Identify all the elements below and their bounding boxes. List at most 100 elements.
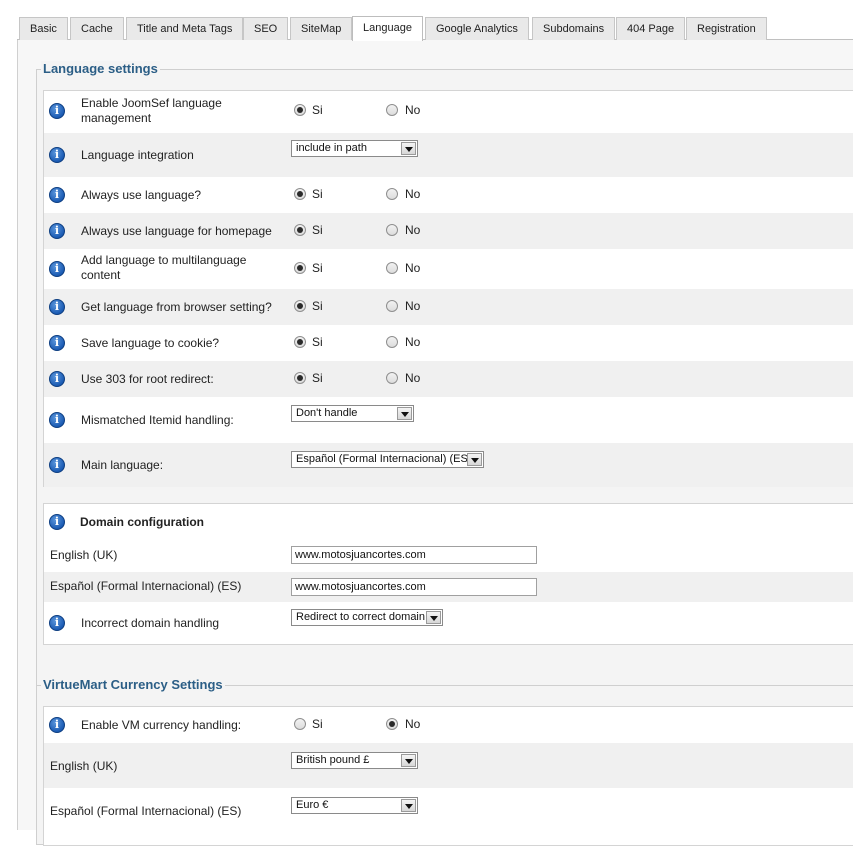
domain-english-input[interactable]: www.motosjuancortes.com [291,546,537,564]
tab-seo[interactable]: SEO [243,17,289,40]
setting-label: Always use language for homepage [81,224,272,238]
info-icon[interactable]: i [49,615,65,631]
info-icon[interactable]: i [49,299,65,315]
setting-row-multilanguage-content: i Add language to multilanguage content … [44,249,853,289]
info-icon[interactable]: i [49,261,65,277]
radio-si-label: Si [312,223,323,237]
itemid-handling-select[interactable]: Don't handle [291,405,414,422]
setting-row-homepage-language: i Always use language for homepage Si No [44,213,853,249]
domain-row-spanish: Español (Formal Internacional) (ES) www.… [44,572,853,602]
tab-bar: Basic Cache Title and Meta Tags SEO Site… [0,0,853,41]
radio-si[interactable] [294,188,306,200]
tab-sitemap[interactable]: SiteMap [290,17,353,40]
radio-no[interactable] [386,336,398,348]
domain-spanish-input[interactable]: www.motosjuancortes.com [291,578,537,596]
tab-cache[interactable]: Cache [70,17,124,40]
currency-spanish-select[interactable]: Euro € [291,797,418,814]
language-integration-select[interactable]: include in path [291,140,418,157]
chevron-down-icon [401,799,416,812]
info-icon[interactable]: i [49,717,65,733]
radio-no[interactable] [386,262,398,274]
currency-english-select[interactable]: British pound £ [291,752,418,769]
info-icon[interactable]: i [49,147,65,163]
main-language-select[interactable]: Español (Formal Internacional) (ES) [291,451,484,468]
info-icon[interactable]: i [49,335,65,351]
tab-content-panel: Language settings i Enable JoomSef langu… [17,40,853,846]
radio-si-label: Si [312,187,323,201]
setting-label: Language integration [81,148,194,162]
select-value: include in path [296,142,367,154]
radio-no[interactable] [386,104,398,116]
radio-no[interactable] [386,188,398,200]
radio-no-label: No [405,717,421,731]
info-icon[interactable]: i [49,371,65,387]
tab-title-meta[interactable]: Title and Meta Tags [126,17,244,40]
radio-si[interactable] [294,224,306,236]
radio-no-label: No [405,299,421,313]
setting-label: Enable VM currency handling: [81,718,242,732]
setting-row-main-language: i Main language: Español (Formal Interna… [44,443,853,487]
radio-no-label: No [405,261,421,275]
radio-si-label: Si [312,717,323,731]
info-icon[interactable]: i [49,514,65,530]
select-value: Español (Formal Internacional) (ES) [296,453,472,465]
info-icon[interactable]: i [49,223,65,239]
currency-row-spanish: Español (Formal Internacional) (ES) Euro… [44,788,853,838]
radio-si[interactable] [294,262,306,274]
setting-label: Add language to multilanguage content [81,253,247,282]
info-icon[interactable]: i [49,187,65,203]
setting-label: Get language from browser setting? [81,300,272,314]
radio-si-label: Si [312,299,323,313]
domain-config-title: Domain configuration [80,515,204,529]
setting-row-enable-language: i Enable JoomSef language management Si … [44,91,853,133]
incorrect-domain-select[interactable]: Redirect to correct domain [291,609,443,626]
tab-subdomains[interactable]: Subdomains [532,17,616,40]
setting-label: Save language to cookie? [81,336,220,350]
chevron-down-icon [401,754,416,767]
info-icon[interactable]: i [49,457,65,473]
currency-settings-legend: VirtueMart Currency Settings [41,677,225,692]
tab-basic[interactable]: Basic [19,17,68,40]
radio-si[interactable] [294,718,306,730]
radio-si[interactable] [294,336,306,348]
tab-google-analytics[interactable]: Google Analytics [425,17,529,40]
radio-no[interactable] [386,224,398,236]
domain-row-incorrect-handling: i Incorrect domain handling Redirect to … [44,602,853,644]
setting-label: Mismatched Itemid handling: [81,413,234,427]
radio-no-label: No [405,223,421,237]
radio-si[interactable] [294,372,306,384]
radio-no-label: No [405,335,421,349]
radio-si[interactable] [294,300,306,312]
currency-settings-fieldset: VirtueMart Currency Settings i Enable VM… [36,677,853,846]
radio-no[interactable] [386,300,398,312]
radio-si-label: Si [312,261,323,275]
setting-label: Incorrect domain handling [81,616,220,630]
language-settings-box: i Enable JoomSef language management Si … [43,90,853,487]
select-value: Euro € [296,799,329,811]
tab-404-page[interactable]: 404 Page [616,17,686,40]
info-icon[interactable]: i [49,412,65,428]
currency-row-english: English (UK) British pound £ [44,743,853,788]
currency-row-enable: i Enable VM currency handling: Si No [44,707,853,743]
radio-no-label: No [405,371,421,385]
setting-row-browser-language: i Get language from browser setting? Si … [44,289,853,325]
radio-no-label: No [405,187,421,201]
chevron-down-icon [397,407,412,420]
radio-no[interactable] [386,372,398,384]
radio-si[interactable] [294,104,306,116]
domain-config-header: i Domain configuration [44,504,853,540]
radio-si-label: Si [312,335,323,349]
setting-row-always-use-language: i Always use language? Si No [44,177,853,213]
radio-si-label: Si [312,103,323,117]
setting-row-language-integration: i Language integration include in path [44,133,853,177]
radio-no[interactable] [386,718,398,730]
tab-registration[interactable]: Registration [686,17,767,40]
chevron-down-icon [401,142,416,155]
chevron-down-icon [467,453,482,466]
setting-label: Enable JoomSef language management [81,96,222,125]
language-settings-fieldset: Language settings i Enable JoomSef langu… [36,61,853,706]
info-icon[interactable]: i [49,103,65,119]
tab-language[interactable]: Language [352,16,423,41]
chevron-down-icon [426,611,441,624]
domain-label: English (UK) [50,548,118,562]
